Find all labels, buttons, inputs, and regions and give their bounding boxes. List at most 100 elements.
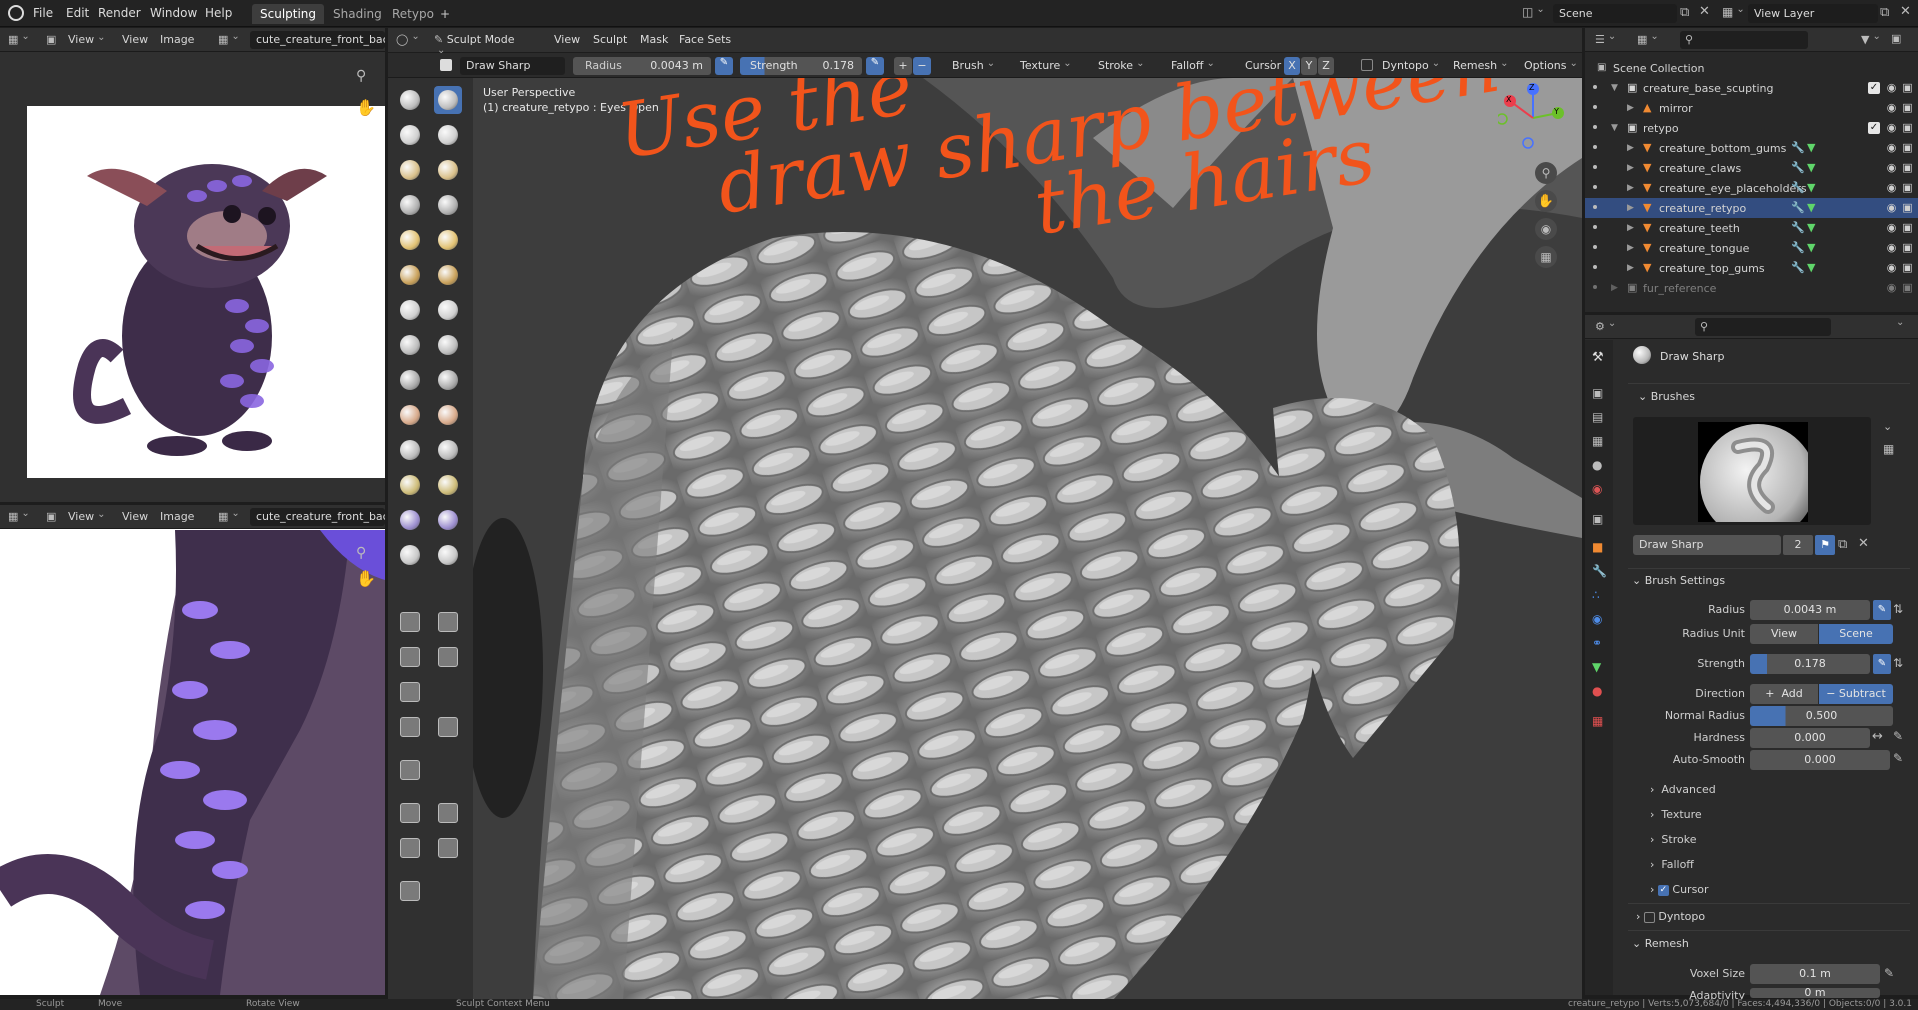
collection-checkbox[interactable]: ✓ — [1868, 82, 1880, 94]
strength-field[interactable]: 0.178 — [1750, 654, 1870, 674]
camera-icon[interactable]: ▣ — [1901, 81, 1914, 94]
symmetry-y-button[interactable]: Y — [1301, 57, 1317, 75]
aux-tool-2[interactable] — [434, 608, 462, 636]
filter-icon[interactable]: ▼ — [1861, 33, 1881, 46]
brush-preview-menu-icon[interactable]: ▦ — [1883, 442, 1894, 456]
direction-subtract-button[interactable]: − Subtract — [1819, 684, 1893, 704]
falloff-dropdown[interactable]: Falloff — [1171, 59, 1215, 72]
remesh-dropdown[interactable]: Remesh — [1453, 59, 1509, 72]
eye-icon[interactable]: ◉ — [1885, 141, 1898, 154]
collection-checkbox[interactable]: ✓ — [1868, 122, 1880, 134]
display-mode-icon[interactable]: ▦ — [1637, 33, 1659, 46]
eye-icon[interactable]: ◉ — [1885, 241, 1898, 254]
brush-settings-toggle[interactable]: ⌄ Brush Settings — [1632, 574, 1725, 587]
autosmooth-field[interactable]: 0.000 — [1750, 750, 1890, 770]
navigation-gizmo[interactable]: Z Y X — [1496, 83, 1568, 153]
aux-tool-8[interactable] — [396, 756, 424, 784]
expand-arrow-icon[interactable]: ▶ — [1627, 203, 1634, 213]
sculpt-tool-25[interactable] — [396, 506, 424, 534]
modifier-tab-icon[interactable]: 🔧 — [1592, 564, 1607, 578]
sculpt-tool-5[interactable] — [396, 156, 424, 184]
aux-tool-9[interactable] — [396, 799, 424, 827]
tab-shading[interactable]: Shading — [325, 4, 390, 24]
camera-view-icon[interactable]: ◉ — [1535, 218, 1557, 240]
aux-tool-4[interactable] — [434, 643, 462, 671]
viewport-3d[interactable]: User Perspective (1) creature_retypo : E… — [473, 78, 1582, 1000]
object-tab-icon[interactable]: ■ — [1592, 540, 1603, 554]
hardness-invert-icon[interactable]: ↔ — [1872, 729, 1883, 744]
view-layer-field[interactable]: View Layer — [1748, 4, 1878, 23]
brush-name-field[interactable]: Draw Sharp — [460, 57, 565, 75]
constraints-tab-icon[interactable]: ⚭ — [1592, 636, 1602, 650]
remesh-panel-toggle[interactable]: ⌄ Remesh — [1632, 937, 1689, 950]
voxel-size-field[interactable]: 0.1 m — [1750, 964, 1880, 984]
eyedropper-icon[interactable]: ✎ — [1884, 966, 1894, 980]
viewport-menu-sculpt[interactable]: Sculpt — [593, 33, 627, 46]
render-tab-icon[interactable]: ▣ — [1592, 386, 1603, 400]
sculpt-tool-19[interactable] — [396, 401, 424, 429]
new-collection-icon[interactable]: ▣ — [1891, 32, 1901, 45]
brush-name-field[interactable]: Draw Sharp — [1633, 535, 1781, 555]
radius-pressure-icon[interactable]: ✎ — [715, 57, 733, 75]
view-menu[interactable]: View — [122, 33, 148, 46]
outliner-row[interactable]: ▼ ▣ retypo ✓ ◉ ▣ — [1585, 118, 1918, 138]
editor-type-icon[interactable]: ◯ — [396, 33, 420, 46]
dyntopo-checkbox[interactable] — [1361, 59, 1373, 71]
camera-icon[interactable]: ▣ — [1901, 201, 1914, 214]
data-tab-icon[interactable]: ▼ — [1592, 660, 1601, 674]
brushes-section-toggle[interactable]: ⌄ Brushes — [1638, 390, 1695, 403]
aux-tool-12[interactable] — [434, 834, 462, 862]
aux-tool-3[interactable] — [396, 643, 424, 671]
sculpt-tool-21[interactable] — [396, 436, 424, 464]
view-menu[interactable]: View — [122, 510, 148, 523]
aux-tool-11[interactable] — [396, 834, 424, 862]
expand-arrow-icon[interactable]: ▶ — [1627, 263, 1634, 273]
sculpt-tool-23[interactable] — [396, 471, 424, 499]
camera-icon[interactable]: ▣ — [1901, 141, 1914, 154]
pan-view-icon[interactable]: ✋ — [1535, 190, 1557, 212]
fake-user-shield-icon[interactable]: ⚑ — [1815, 535, 1835, 555]
options-dropdown[interactable]: Options — [1524, 59, 1578, 72]
expand-arrow-icon[interactable]: ▶ — [1627, 183, 1634, 193]
tool-tab-icon[interactable]: ⚒ — [1592, 350, 1604, 365]
mode-dropdown[interactable]: ✎ Sculpt Mode — [434, 31, 519, 49]
sculpt-tool-12[interactable] — [434, 261, 462, 289]
sculpt-tool-7[interactable] — [396, 191, 424, 219]
direction-subtract-button[interactable]: − — [913, 57, 931, 75]
expand-arrow-icon[interactable]: ▶ — [1611, 283, 1618, 293]
outliner-search-input[interactable]: ⚲ — [1680, 31, 1808, 49]
radius-pressure-icon[interactable]: ✎ — [1873, 600, 1891, 620]
unlink-brush-icon[interactable]: ✕ — [1858, 536, 1869, 551]
sculpt-tool-8[interactable] — [434, 191, 462, 219]
eye-icon[interactable]: ◉ — [1885, 121, 1898, 134]
zoom-icon[interactable]: ⚲ — [356, 545, 366, 561]
menu-render[interactable]: Render — [98, 6, 141, 20]
expand-arrow-icon[interactable]: ▼ — [1611, 83, 1618, 93]
normal-radius-field[interactable]: 0.500 — [1750, 706, 1893, 726]
eye-icon[interactable]: ◉ — [1885, 81, 1898, 94]
aux-tool-6[interactable] — [396, 713, 424, 741]
scene-selector-icon[interactable]: ◫ — [1522, 5, 1545, 19]
sculpt-tool-18[interactable] — [434, 366, 462, 394]
particles-tab-icon[interactable]: ∴ — [1592, 588, 1600, 602]
brush-users-count[interactable]: 2 — [1783, 535, 1813, 555]
pan-hand-icon[interactable]: ✋ — [356, 98, 376, 117]
subpanel-texture[interactable]: › Texture — [1650, 808, 1702, 821]
camera-icon[interactable]: ▣ — [1901, 101, 1914, 114]
sculpt-tool-2[interactable] — [434, 86, 462, 114]
outliner-row[interactable]: ▶ ▼ creature_bottom_gums 🔧 ▼ ◉ ▣ — [1585, 138, 1918, 158]
chevron-down-icon[interactable]: ⌄ — [1883, 420, 1892, 433]
sculpt-tool-9[interactable] — [396, 226, 424, 254]
subpanel-falloff[interactable]: › Falloff — [1650, 858, 1694, 871]
menu-help[interactable]: Help — [205, 6, 232, 20]
outliner-row[interactable]: ▶ ▣ fur_reference ◉ ▣ — [1585, 278, 1918, 298]
viewport-menu-mask[interactable]: Mask — [640, 33, 668, 46]
sculpt-tool-16[interactable] — [434, 331, 462, 359]
editor-type-icon[interactable]: ☰ — [1595, 33, 1616, 46]
sculpt-tool-24[interactable] — [434, 471, 462, 499]
radius-field[interactable]: 0.0043 m — [1750, 600, 1870, 620]
expand-arrow-icon[interactable]: ▶ — [1627, 143, 1634, 153]
brush-preview-image[interactable] — [1698, 422, 1816, 540]
eye-icon[interactable]: ◉ — [1885, 161, 1898, 174]
aux-tool-13[interactable] — [396, 877, 424, 905]
